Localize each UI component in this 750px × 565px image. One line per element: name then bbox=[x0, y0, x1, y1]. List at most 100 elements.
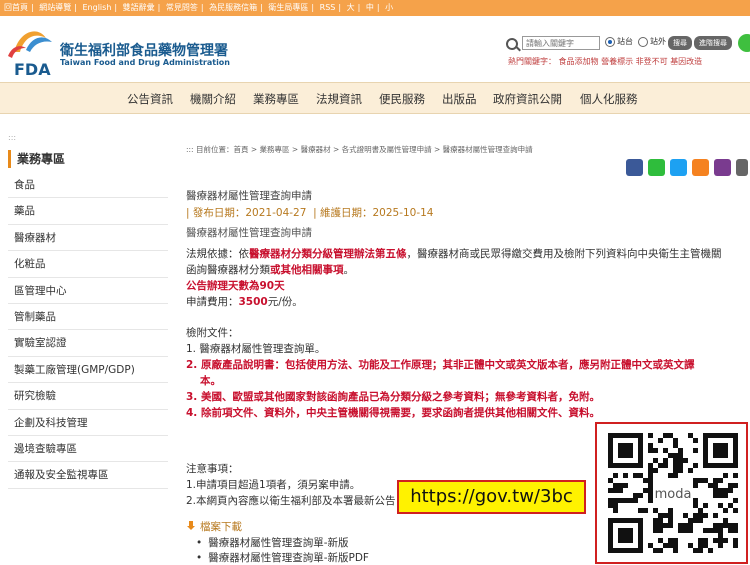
law-line2-end: 。 bbox=[343, 264, 355, 276]
hot-keywords: 熱門關鍵字： 食品添加物 營養標示 非登不可 基因改造 bbox=[508, 56, 702, 67]
attachments-title: 檢附文件： bbox=[186, 327, 239, 339]
attachment-2-label: 2. 原廠產品說明書： bbox=[186, 359, 285, 371]
site-title[interactable]: 衛生福利部食品藥物管理署 bbox=[60, 40, 228, 60]
search-icon bbox=[506, 38, 518, 50]
sidebar-item-research[interactable]: 研究檢驗 bbox=[8, 383, 168, 410]
attachment-4: 4. 除前項文件、資料外，中央主管機關得視需要，要求函詢者提供其他相關文件、資料… bbox=[186, 407, 600, 419]
law-article: 醫療器材分類分級管理辦法第五條 bbox=[249, 248, 407, 260]
line-share-icon[interactable] bbox=[738, 34, 750, 52]
main-nav: 公告資訊 機關介紹 業務專區 法規資訊 便民服務 出版品 政府資訊公開 個人化服… bbox=[0, 82, 750, 114]
nav-item-about[interactable]: 機關介紹 bbox=[190, 91, 236, 107]
notes-title: 注意事項： bbox=[186, 463, 239, 475]
top-link-sitemap[interactable]: 網站導覽 bbox=[39, 3, 71, 12]
font-size-medium[interactable]: 中 bbox=[366, 3, 374, 12]
law-line2-bold: 或其他相關事項 bbox=[270, 264, 344, 276]
rss-icon[interactable] bbox=[692, 159, 709, 176]
law-line2-prefix: 函詢醫療器材分類 bbox=[186, 264, 270, 276]
maintain-date: | 維護日期：2025-10-14 bbox=[313, 207, 434, 219]
download-link[interactable]: 醫療器材屬性管理查詢單-新版 bbox=[196, 535, 348, 550]
top-link-home[interactable]: 回首頁 bbox=[4, 3, 28, 12]
radio-external-label: 站外 bbox=[650, 37, 666, 46]
qr-center-label: moda bbox=[655, 487, 692, 502]
radio-external[interactable] bbox=[638, 37, 648, 47]
download-link[interactable]: 醫療器材屬性管理查詢單-新版PDF bbox=[196, 550, 369, 565]
application-fee: 申請費用：3500元/份。 bbox=[186, 294, 303, 309]
logo-text: FDA bbox=[14, 60, 51, 79]
font-size-small[interactable]: 小 bbox=[385, 3, 393, 12]
qr-code-panel: moda bbox=[595, 422, 748, 564]
short-url-banner[interactable]: https://gov.tw/3bc bbox=[397, 480, 586, 514]
sidebar-title: 業務專區 bbox=[8, 150, 65, 168]
top-utility-bar: 回首頁 | 網站導覽 | English | 雙語辭彙 | 常見問答 | 為民服務信箱 | … bbox=[0, 0, 750, 16]
radio-site-label: 站台 bbox=[617, 37, 633, 46]
top-link-mailbox[interactable]: 為民服務信箱 bbox=[209, 3, 257, 12]
sidebar-item-food[interactable]: 食品 bbox=[8, 172, 168, 199]
sidebar-item-gmp[interactable]: 製藥工廠管理(GMP/GDP) bbox=[8, 357, 168, 384]
top-link-faq[interactable]: 常見問答 bbox=[166, 3, 198, 12]
breadcrumb[interactable]: ::: 目前位置：首頁 > 業務專區 > 醫療器材 > 各式證明書及屬性管理申請… bbox=[186, 144, 533, 155]
law-basis-line2: 函詢醫療器材分類或其他相關事項。 bbox=[186, 262, 354, 277]
hot-keyword[interactable]: 基因改造 bbox=[670, 57, 702, 66]
radio-site[interactable] bbox=[605, 37, 615, 47]
nav-item-regulations[interactable]: 法規資訊 bbox=[316, 91, 362, 107]
page-title: 醫療器材屬性管理查詢申請 bbox=[186, 190, 312, 202]
attachment-2-cont: 本。 bbox=[200, 375, 221, 387]
font-size-large[interactable]: 大 bbox=[347, 3, 355, 12]
search-input[interactable] bbox=[522, 36, 600, 50]
download-icon bbox=[186, 521, 196, 531]
attachment-2: 2. 原廠產品說明書：包括使用方法、功能及工作原理；其非正體中文或英文版本者，應… bbox=[186, 357, 694, 372]
content-subtitle: 醫療器材屬性管理查詢申請 bbox=[186, 227, 312, 239]
sidebar-menu: 食品 藥品 醫療器材 化粧品 區管理中心 管制藥品 實驗室認證 製藥工廠管理(G… bbox=[8, 172, 168, 489]
attachment-2-text: 包括使用方法、功能及工作原理；其非正體中文或英文版本者，應另附正體中文或英文譯 bbox=[284, 359, 695, 371]
twitter-icon[interactable] bbox=[670, 159, 687, 176]
law-prefix: 法規依據：依 bbox=[186, 248, 249, 260]
sidebar-item-cosmetics[interactable]: 化粧品 bbox=[8, 251, 168, 278]
law-basis: 法規依據：依醫療器材分類分級管理辦法第五條，醫療器材商或民眾得繳交費用及檢附下列… bbox=[186, 246, 722, 261]
sidebar-item-border[interactable]: 邊境查驗專區 bbox=[8, 436, 168, 463]
page-dates: | 發布日期：2021-04-27 | 維護日期：2025-10-14 bbox=[186, 205, 434, 220]
note-1: 1.申請項目超過1項者，須另案申請。 bbox=[186, 479, 361, 491]
accesskey-marker: ::: bbox=[8, 133, 17, 142]
publish-date: | 發布日期：2021-04-27 bbox=[186, 207, 307, 219]
email-icon[interactable] bbox=[714, 159, 731, 176]
sidebar-item-controlled-drugs[interactable]: 管制藥品 bbox=[8, 304, 168, 331]
law-suffix: ，醫療器材商或民眾得繳交費用及檢附下列資料向中央衛生主管機關 bbox=[406, 248, 722, 260]
top-link-english[interactable]: English bbox=[83, 3, 112, 12]
nav-item-services[interactable]: 便民服務 bbox=[379, 91, 425, 107]
sidebar-item-lab-accreditation[interactable]: 實驗室認證 bbox=[8, 330, 168, 357]
top-link-health-bureau[interactable]: 衛生局專區 bbox=[268, 3, 308, 12]
print-icon[interactable] bbox=[736, 159, 748, 176]
hot-keyword[interactable]: 非登不可 bbox=[636, 57, 668, 66]
facebook-icon[interactable] bbox=[626, 159, 643, 176]
fee-amount: 3500 bbox=[238, 296, 268, 308]
nav-item-open-info[interactable]: 政府資訊公開 bbox=[493, 91, 562, 107]
hot-keywords-label: 熱門關鍵字： bbox=[508, 57, 556, 66]
download-title-text: 檔案下載 bbox=[200, 521, 242, 533]
fee-label: 申請費用： bbox=[186, 296, 239, 308]
hot-keyword[interactable]: 營養標示 bbox=[601, 57, 633, 66]
site-subtitle: Taiwan Food and Drug Administration bbox=[60, 58, 230, 67]
attachment-1: 1. 醫療器材屬性管理查詢單。 bbox=[186, 343, 326, 355]
note-2: 2.本網頁內容應以衛生福利部及本署最新公告 bbox=[186, 495, 396, 507]
download-section-title: 檔案下載 bbox=[186, 519, 242, 534]
sidebar-item-drugs[interactable]: 藥品 bbox=[8, 198, 168, 225]
nav-item-business[interactable]: 業務專區 bbox=[253, 91, 299, 107]
site-header: FDA 衛生福利部食品藥物管理署 Taiwan Food and Drug Ad… bbox=[0, 16, 750, 82]
sidebar-item-safety[interactable]: 通報及安全監視專區 bbox=[8, 462, 168, 489]
search-button[interactable]: 搜尋 bbox=[668, 36, 692, 50]
qr-code-icon[interactable]: moda bbox=[608, 433, 738, 553]
attachment-3: 3. 美國、歐盟或其他國家對該函詢產品已為分類分級之參考資料；無參考資料者，免附… bbox=[186, 391, 600, 403]
nav-item-personal[interactable]: 個人化服務 bbox=[580, 91, 638, 107]
hot-keyword[interactable]: 食品添加物 bbox=[559, 57, 599, 66]
top-link-glossary[interactable]: 雙語辭彙 bbox=[123, 3, 155, 12]
sidebar-item-medical-devices[interactable]: 醫療器材 bbox=[8, 225, 168, 252]
line-icon[interactable] bbox=[648, 159, 665, 176]
sidebar-item-regional-centers[interactable]: 區管理中心 bbox=[8, 278, 168, 304]
top-link-rss[interactable]: RSS bbox=[320, 3, 336, 12]
nav-item-publications[interactable]: 出版品 bbox=[442, 91, 477, 107]
nav-item-announcements[interactable]: 公告資訊 bbox=[127, 91, 173, 107]
processing-days: 公告辦理天數為90天 bbox=[186, 280, 285, 292]
sidebar-item-planning[interactable]: 企劃及科技管理 bbox=[8, 410, 168, 436]
fee-unit: 元/份。 bbox=[267, 296, 303, 308]
advanced-search-button[interactable]: 進階搜尋 bbox=[694, 36, 732, 50]
